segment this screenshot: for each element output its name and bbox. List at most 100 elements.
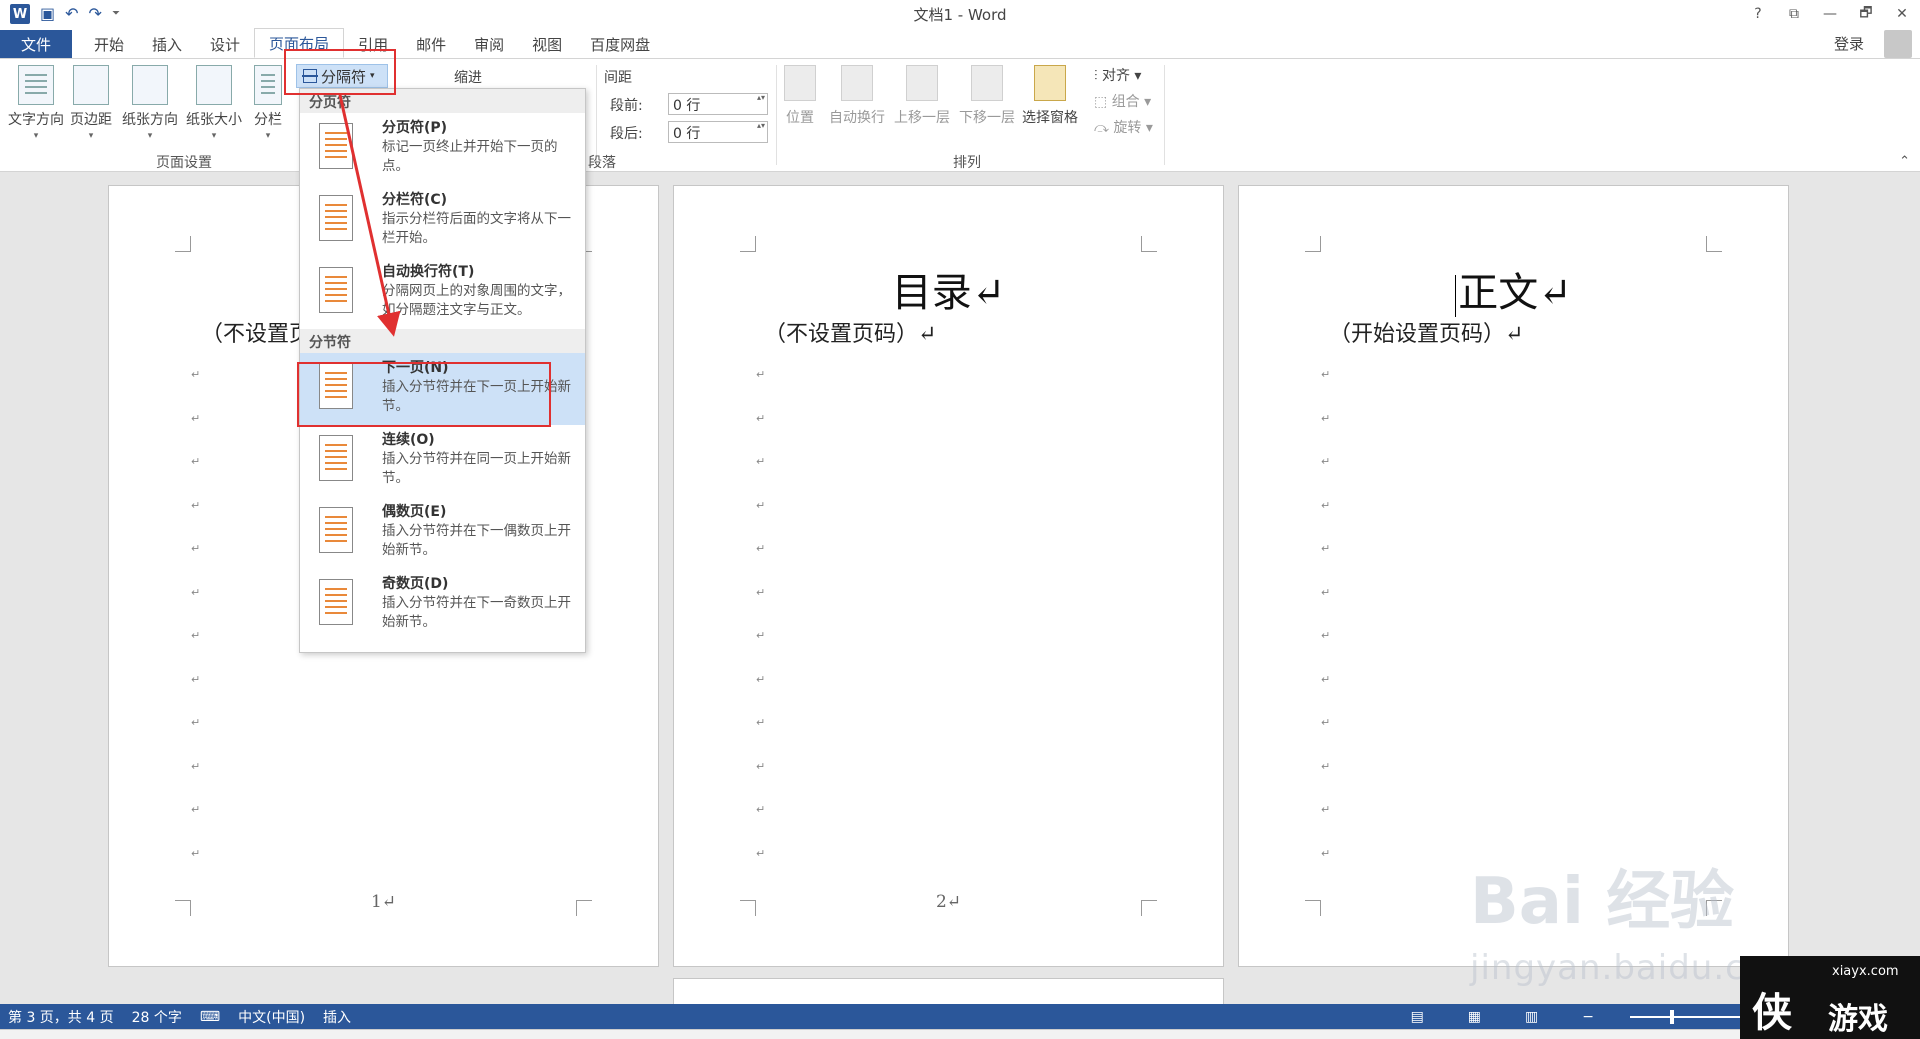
paragraph-mark: ↵	[1321, 803, 1331, 816]
crop-mark	[1141, 236, 1157, 252]
word-window: W ▣ ↶ ↷ ⏷ 文档1 - Word ? ⧉ — 🗗 ✕ 文件 开始 插入 …	[0, 0, 1920, 1039]
group-button[interactable]: ⬚ 组合 ▾	[1094, 91, 1151, 111]
menu-item-desc: 插入分节符并在下一偶数页上开始新节。	[382, 523, 571, 558]
print-layout-icon[interactable]: ▦	[1468, 1009, 1481, 1025]
paragraph-mark: ↵	[756, 542, 766, 555]
word-count[interactable]: 28 个字	[132, 1007, 182, 1027]
site-logo-text: 游戏	[1828, 1002, 1888, 1037]
wrap-text-icon	[841, 65, 873, 101]
tab-design[interactable]: 设计	[196, 30, 254, 58]
bring-forward-icon	[906, 65, 938, 101]
language[interactable]: 中文(中国)	[238, 1007, 305, 1027]
paragraph-marks: ↵ ↵ ↵ ↵ ↵ ↵ ↵ ↵ ↵ ↵ ↵ ↵	[191, 368, 211, 890]
crop-mark	[1706, 900, 1722, 916]
send-backward-icon	[971, 65, 1003, 101]
crop-mark	[1305, 900, 1321, 916]
tab-insert[interactable]: 插入	[138, 30, 196, 58]
restore-icon[interactable]: 🗗	[1848, 0, 1884, 28]
menu-item-title: 奇数页(D)	[382, 576, 449, 592]
page-heading: 正文↵	[1458, 270, 1572, 316]
orientation-button[interactable]: 纸张方向 ▾	[122, 65, 178, 141]
tab-baidu-netdisk[interactable]: 百度网盘	[576, 30, 664, 58]
menu-item-odd-page[interactable]: 奇数页(D) 插入分节符并在下一奇数页上开始新节。	[300, 569, 585, 641]
word-logo-icon: W	[10, 4, 30, 24]
menu-item-continuous[interactable]: 连续(O) 插入分节符并在同一页上开始新节。	[300, 425, 585, 497]
title-bar: W ▣ ↶ ↷ ⏷ 文档1 - Word ? ⧉ — 🗗 ✕	[0, 0, 1920, 28]
bring-forward-button[interactable]: 上移一层	[894, 65, 950, 127]
menu-item-text-wrapping-break[interactable]: 自动换行符(T) 分隔网页上的对象周围的文字，如分隔题注文字与正文。	[300, 257, 585, 329]
group-label-paragraph: 段落	[588, 155, 616, 171]
save-icon[interactable]: ▣	[40, 4, 55, 24]
rotate-button[interactable]: ⤼ 旋转 ▾	[1094, 117, 1153, 137]
quick-access-toolbar: W ▣ ↶ ↷ ⏷	[0, 0, 120, 28]
text-direction-icon	[18, 65, 54, 105]
orientation-icon	[132, 65, 168, 105]
read-mode-icon[interactable]: ▤	[1411, 1009, 1424, 1025]
menu-item-column-break[interactable]: 分栏符(C) 指示分栏符后面的文字将从下一栏开始。	[300, 185, 585, 257]
tab-file[interactable]: 文件	[0, 30, 72, 58]
web-layout-icon[interactable]: ▥	[1525, 1009, 1538, 1025]
collapse-ribbon-icon[interactable]: ⌃	[1899, 154, 1910, 169]
proofing-icon[interactable]: ⌨	[200, 1009, 220, 1025]
paragraph-mark: ↵	[191, 759, 201, 773]
zoom-out-icon[interactable]: −	[1582, 1009, 1594, 1025]
space-before-input[interactable]: 0 行	[668, 92, 768, 115]
crop-mark	[1706, 236, 1722, 252]
site-logo: xiayx.com 侠 游戏	[1740, 956, 1920, 1039]
wrap-text-button[interactable]: 自动换行	[829, 65, 885, 127]
minimize-icon[interactable]: —	[1812, 0, 1848, 28]
page-break-icon	[319, 123, 353, 169]
customize-qat-icon[interactable]: ⏷	[112, 4, 120, 24]
redo-icon[interactable]: ↷	[89, 4, 102, 24]
align-button[interactable]: ⫶ 对齐 ▾	[1094, 65, 1141, 85]
paragraph-mark: ↵	[1321, 629, 1331, 642]
taskbar-strip	[0, 1029, 1920, 1039]
send-backward-button[interactable]: 下移一层	[959, 65, 1015, 127]
paper-size-button[interactable]: 纸张大小 ▾	[186, 65, 242, 141]
page-3[interactable]: 正文↵ （开始设置页码）↵ ↵ ↵ ↵ ↵ ↵ ↵ ↵ ↵ ↵ ↵ ↵ ↵	[1238, 185, 1789, 967]
zoom-slider[interactable]	[1630, 1009, 1750, 1024]
page-subtitle: （不设置页码）↵	[764, 322, 937, 347]
menu-item-even-page[interactable]: 偶数页(E) 插入分节符并在下一偶数页上开始新节。	[300, 497, 585, 569]
menu-item-desc: 分隔网页上的对象周围的文字，如分隔题注文字与正文。	[382, 283, 571, 318]
ribbon-display-icon[interactable]: ⧉	[1776, 0, 1812, 28]
indent-label: 缩进	[454, 70, 482, 86]
menu-item-desc: 指示分栏符后面的文字将从下一栏开始。	[382, 211, 571, 246]
undo-icon[interactable]: ↶	[65, 4, 78, 24]
avatar[interactable]	[1884, 30, 1912, 58]
menu-item-page-break[interactable]: 分页符(P) 标记一页终止并开始下一页的点。	[300, 113, 585, 185]
login-link[interactable]: 登录	[1834, 33, 1864, 54]
page-count[interactable]: 第 3 页，共 4 页	[8, 1007, 114, 1027]
spacing-label: 间距	[604, 70, 632, 86]
tab-mailings[interactable]: 邮件	[402, 30, 460, 58]
paragraph-mark: ↵	[756, 759, 766, 773]
paragraph-mark: ↵	[1321, 455, 1331, 468]
paragraph-mark: ↵	[191, 629, 201, 642]
margins-button[interactable]: 页边距 ▾	[70, 65, 112, 141]
page-subtitle: （不设置页	[201, 322, 312, 347]
group-separator	[776, 65, 777, 165]
text-direction-button[interactable]: 文字方向 ▾	[8, 65, 64, 141]
tab-review[interactable]: 审阅	[460, 30, 518, 58]
crop-mark	[740, 236, 756, 252]
paragraph-mark: ↵	[1321, 368, 1331, 381]
paragraph-mark: ↵	[191, 542, 201, 555]
tab-view[interactable]: 视图	[518, 30, 576, 58]
space-after-input[interactable]: 0 行	[668, 120, 768, 143]
column-break-icon	[319, 195, 353, 241]
paragraph-mark: ↵	[191, 455, 201, 468]
selection-pane-icon	[1034, 65, 1066, 101]
selection-pane-button[interactable]: 选择窗格	[1022, 65, 1078, 127]
paragraph-mark: ↵	[1321, 585, 1331, 599]
document-area: （不设置页 ↵ ↵ ↵ ↵ ↵ ↵ ↵ ↵ ↵ ↵ ↵ ↵ 1↵ 目录↵ （不设置页码）↵ ↵ ↵ ↵ ↵ ↵…	[0, 172, 1920, 1004]
menu-item-title: 偶数页(E)	[382, 504, 447, 520]
even-page-icon	[319, 507, 353, 553]
paragraph-mark: ↵	[191, 672, 201, 686]
position-button[interactable]: 位置	[784, 65, 816, 127]
close-icon[interactable]: ✕	[1884, 0, 1920, 28]
help-icon[interactable]: ?	[1740, 0, 1776, 28]
columns-button[interactable]: 分栏 ▾	[254, 65, 282, 141]
tab-home[interactable]: 开始	[80, 30, 138, 58]
insert-mode[interactable]: 插入	[323, 1007, 351, 1027]
paragraph-mark: ↵	[191, 498, 201, 512]
